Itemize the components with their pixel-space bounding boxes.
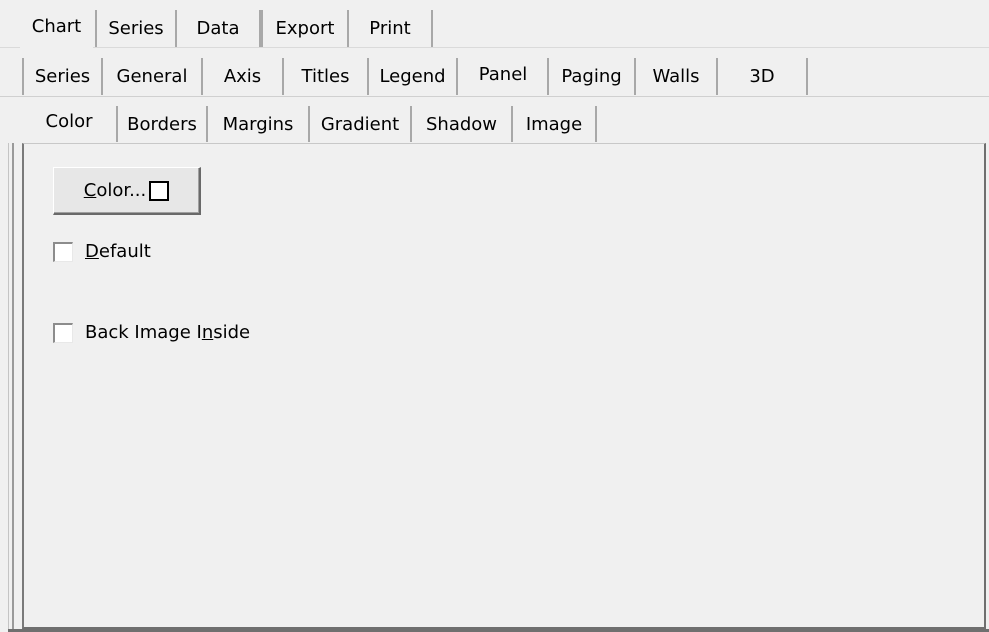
- tab-export[interactable]: Export: [261, 10, 349, 47]
- tab-label: Shadow: [425, 113, 498, 135]
- tab-label: Legend: [379, 66, 446, 87]
- tab-3d[interactable]: 3D: [718, 58, 808, 95]
- tab-label: Image: [525, 113, 583, 135]
- tab-label: Series: [34, 66, 91, 87]
- tab-image[interactable]: Image: [513, 106, 597, 142]
- tab-series[interactable]: Series: [95, 10, 177, 47]
- back-image-inside-checkbox[interactable]: [53, 322, 73, 343]
- back-image-inside-checkbox-row[interactable]: Back Image Inside: [53, 322, 250, 343]
- default-checkbox[interactable]: [53, 241, 73, 262]
- tab-gradient[interactable]: Gradient: [310, 106, 412, 142]
- color-button[interactable]: Color...: [53, 167, 201, 215]
- tab-label: Print: [369, 18, 411, 39]
- tab-paging[interactable]: Paging: [547, 58, 636, 95]
- tab-series[interactable]: Series: [22, 58, 103, 95]
- tab-data[interactable]: Data: [177, 10, 261, 47]
- chart-tab-strip: Series General Axis Titles Legend Panel …: [0, 48, 989, 96]
- tab-label: Gradient: [320, 113, 400, 135]
- color-tab-panel: [22, 143, 986, 629]
- panel-tab-strip: Color Borders Margins Gradient Shadow Im…: [0, 96, 989, 144]
- outer-frame-edge: [8, 143, 9, 632]
- tab-label: Borders: [127, 113, 197, 135]
- tab-label: Series: [108, 18, 164, 39]
- tab-label: General: [116, 66, 188, 87]
- outer-frame-edge: [12, 143, 14, 632]
- tab-titles[interactable]: Titles: [284, 58, 369, 95]
- tab-general[interactable]: General: [103, 58, 203, 95]
- default-checkbox-label: Default: [85, 241, 151, 262]
- tab-axis[interactable]: Axis: [203, 58, 284, 95]
- tab-panel[interactable]: Panel: [460, 52, 546, 96]
- tab-label: Walls: [652, 66, 700, 87]
- main-tab-strip: Chart Series Data Export Print: [0, 0, 989, 48]
- back-image-inside-label: Back Image Inside: [85, 322, 251, 343]
- tab-color[interactable]: Color: [24, 100, 114, 142]
- default-checkbox-row[interactable]: Default: [53, 241, 151, 262]
- tab-chart[interactable]: Chart: [20, 4, 93, 48]
- tab-label: Margins: [222, 113, 294, 135]
- tab-shadow[interactable]: Shadow: [412, 106, 513, 142]
- tab-label: Data: [196, 18, 240, 39]
- tab-walls[interactable]: Walls: [636, 58, 718, 95]
- tab-label: Paging: [561, 66, 622, 87]
- tab-label: Chart: [31, 15, 82, 37]
- tab-label: Axis: [223, 66, 262, 87]
- color-swatch: [149, 180, 170, 201]
- tab-strip-divider: [0, 47, 989, 48]
- tab-label: Panel: [478, 63, 528, 85]
- tab-label: Export: [275, 18, 335, 39]
- tab-label: 3D: [749, 66, 775, 87]
- tab-label: Titles: [301, 66, 350, 87]
- color-button-label: Color...: [83, 180, 147, 201]
- tab-borders[interactable]: Borders: [116, 106, 208, 142]
- tab-label: Color: [45, 110, 93, 132]
- tab-print[interactable]: Print: [349, 10, 433, 47]
- tab-margins[interactable]: Margins: [208, 106, 310, 142]
- tab-legend[interactable]: Legend: [369, 58, 458, 95]
- tab-strip-divider: [0, 96, 989, 97]
